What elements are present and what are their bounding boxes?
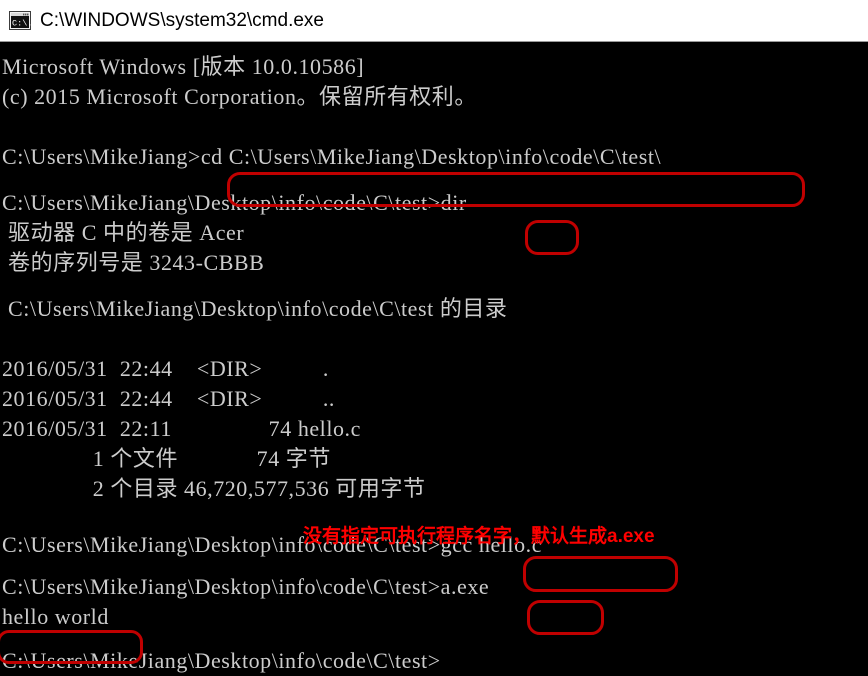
console-line: 2016/05/31 22:44 <DIR> .. bbox=[2, 386, 335, 411]
console-line: C:\Users\MikeJiang\Desktop\info\code\C\t… bbox=[2, 648, 441, 673]
window-title: C:\WINDOWS\system32\cmd.exe bbox=[40, 9, 324, 31]
console-line: C:\Users\MikeJiang\Desktop\info\code\C\t… bbox=[2, 574, 490, 599]
console-line: C:\Users\MikeJiang\Desktop\info\code\C\t… bbox=[2, 296, 508, 321]
console-line: 1 个文件 74 字节 bbox=[2, 446, 331, 471]
console-line: 2 个目录 46,720,577,536 可用字节 bbox=[2, 476, 426, 501]
annotation-a-exe-note: 没有指定可执行程序名字，默认生成a.exe bbox=[303, 526, 655, 547]
console-line: 2016/05/31 22:11 74 hello.c bbox=[2, 416, 361, 441]
console-line: 2016/05/31 22:44 <DIR> . bbox=[2, 356, 329, 381]
console-line: C:\Users\MikeJiang\Desktop\info\code\C\t… bbox=[2, 190, 467, 215]
console-line: C:\Users\MikeJiang>cd C:\Users\MikeJiang… bbox=[2, 144, 662, 169]
svg-text:C:\.: C:\. bbox=[12, 19, 31, 29]
highlight-dir-command bbox=[525, 220, 579, 255]
console-output-area[interactable]: Microsoft Windows [版本 10.0.10586] (c) 20… bbox=[0, 42, 868, 676]
cmd-console-icon: C:\. bbox=[9, 11, 32, 30]
window-titlebar[interactable]: C:\. C:\WINDOWS\system32\cmd.exe bbox=[0, 0, 868, 42]
console-line: 驱动器 C 中的卷是 Acer bbox=[2, 220, 245, 245]
highlight-gcc-command bbox=[523, 556, 678, 592]
console-line: hello world bbox=[2, 604, 109, 629]
console-line: 卷的序列号是 3243-CBBB bbox=[2, 250, 265, 275]
console-line: (c) 2015 Microsoft Corporation。保留所有权利。 bbox=[2, 84, 477, 109]
highlight-a-exe-command bbox=[527, 600, 604, 635]
console-line: Microsoft Windows [版本 10.0.10586] bbox=[2, 54, 365, 79]
cmd-window: C:\. C:\WINDOWS\system32\cmd.exe Microso… bbox=[0, 0, 868, 676]
